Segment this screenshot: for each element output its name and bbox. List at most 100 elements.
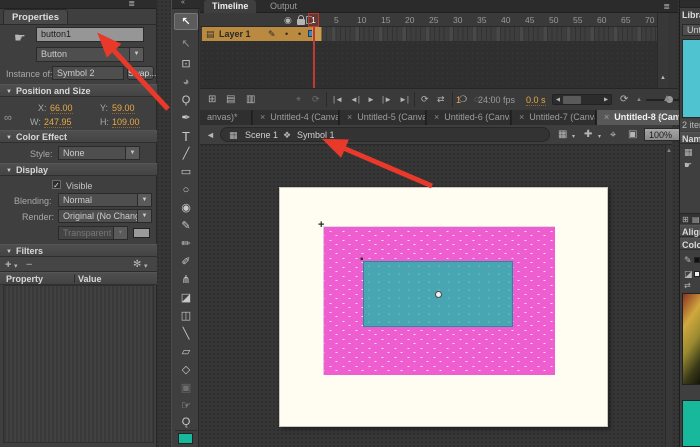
line-tool[interactable]: ╱ [174,146,198,163]
new-folder-icon[interactable]: ▤ [226,94,235,105]
layer-lock-dot[interactable]: • [298,29,301,39]
library-new-folder-icon[interactable]: ▤ [692,215,700,224]
section-filters[interactable]: ▼Filters [0,244,157,257]
clip-content-icon[interactable]: ▣ [628,129,637,140]
go-to-last-frame-icon[interactable]: ►| [399,95,409,104]
close-tab-icon[interactable]: × [260,112,265,122]
playhead-marker[interactable]: 1 [308,13,319,27]
pencil-tool[interactable]: ✎ [174,218,198,235]
timeline-empty-area[interactable] [200,41,657,88]
filter-options-gear-icon[interactable]: ✻ [133,259,141,270]
step-back-icon[interactable]: ◄| [350,95,360,104]
add-filter-button[interactable]: + [5,259,11,271]
current-frame-readout[interactable]: 1 [456,95,461,105]
close-tab-icon[interactable]: × [434,112,439,122]
swap-colors-icon[interactable]: ⇄ [684,281,691,290]
layer-row[interactable]: ▤ Layer 1 ✎ • • [202,27,312,41]
document-tab-untitled-5[interactable]: ×Untitled-5 (Canvas)* [340,110,426,125]
step-forward-icon[interactable]: |► [382,95,392,104]
lock-layers-icon[interactable] [297,19,305,25]
stroke-color-swatch[interactable] [694,257,700,263]
scrollbar-thumb[interactable] [563,96,581,104]
breadcrumb-symbol[interactable]: Symbol 1 [297,130,335,140]
document-tab-untitled-8-active[interactable]: ×Untitled-8 (Canvas)* [597,110,685,125]
bone-tool[interactable]: ⋔ [174,272,198,289]
tab-properties[interactable]: Properties [3,9,68,25]
lasso-tool[interactable]: Ϙ [174,92,198,109]
remove-filter-button[interactable]: − [26,259,32,271]
library-name-column-header[interactable]: Name [680,132,700,144]
edit-symbols-caret-icon[interactable]: ▾ [598,133,601,140]
section-position-and-size[interactable]: ▼Position and Size [0,84,157,97]
library-new-symbol-icon[interactable]: ⊞ [682,215,689,224]
add-filter-caret-icon[interactable]: ▾ [14,262,18,270]
subselection-tool[interactable]: ↖ [174,36,198,53]
timeline-panel-menu-icon[interactable]: ≣ [663,2,670,11]
canvas-scroll-up-icon[interactable]: ▲ [666,148,672,154]
paint-bucket-tool[interactable]: ◪ [174,290,198,307]
stroke-color-pencil-icon[interactable]: ✎ [684,255,692,266]
blending-dropdown[interactable]: Normal ▼ [58,193,152,207]
lock-dimensions-chain-icon[interactable]: ∞ [4,112,12,124]
tab-overflow-icon[interactable]: » [658,112,664,123]
frame-rate-readout[interactable]: 24.00 fps [478,95,515,105]
canvas-pasteboard[interactable]: ▪ + ▲ [200,145,672,447]
new-layer-icon[interactable]: ⊞ [208,94,216,105]
ink-bottle-tool[interactable]: ◫ [174,308,198,325]
library-panel-gripper[interactable] [680,0,700,8]
document-tab-partial[interactable]: anvas)* [200,110,252,125]
stage[interactable]: ▪ + [279,187,608,427]
camera-tool[interactable]: ▣ [174,380,198,397]
loop-icon[interactable]: ⟳ [312,94,320,105]
edit-scene-caret-icon[interactable]: ▾ [572,133,575,140]
h-value[interactable]: 109.00 [112,117,140,128]
section-display[interactable]: ▼Display [0,163,157,176]
color-picker-gradient[interactable] [682,293,700,385]
center-frame-icon[interactable]: ⌖ [296,94,301,105]
x-value[interactable]: 66.00 [50,103,73,114]
tab-color[interactable]: Color [680,238,700,250]
pen-tool[interactable]: ✒ [174,110,198,127]
swap-frames-icon[interactable]: ⇄ [437,94,445,105]
eyedropper-tool[interactable]: ╲ [174,326,198,343]
breadcrumb-scene[interactable]: Scene 1 [245,130,278,140]
instance-type-dropdown[interactable]: Button ▼ [36,47,144,62]
library-document-dropdown[interactable]: Unti [682,24,700,36]
library-item-button-icon[interactable]: ☛ [684,160,692,171]
text-tool[interactable]: T [174,128,198,145]
render-dropdown[interactable]: Original (No Change) ▼ [58,209,152,223]
playhead-line[interactable] [313,27,315,88]
tab-timeline[interactable]: Timeline [204,0,256,13]
loop-playback-icon[interactable]: ⟳ [421,94,429,105]
tab-library[interactable]: Libra [682,10,700,22]
hand-tool[interactable]: ☞ [174,398,198,415]
go-to-first-frame-icon[interactable]: |◄ [333,95,343,104]
close-tab-icon[interactable]: × [604,112,609,122]
document-tab-untitled-4[interactable]: ×Untitled-4 (Canvas)* [253,110,339,125]
edit-symbols-icon[interactable]: ✚ [584,129,592,140]
stage-zoom-dropdown[interactable]: 100% [644,128,684,141]
free-transform-tool[interactable]: ⊡ [174,56,198,73]
selection-tool[interactable]: ↖ [174,13,198,30]
tab-output[interactable]: Output [262,0,305,13]
zoom-tool[interactable]: Ǫ [174,414,198,431]
style-dropdown[interactable]: None ▼ [58,146,140,160]
center-stage-icon[interactable]: ⌖ [610,129,616,142]
show-hide-layers-eye-icon[interactable]: ◉ [284,16,293,25]
layer-frames-row[interactable] [312,27,657,41]
paint-brush-tool[interactable]: ✐ [174,254,198,271]
close-tab-icon[interactable]: × [519,112,524,122]
document-tab-untitled-6[interactable]: ×Untitled-6 (Canvas)* [427,110,511,125]
panel-menu-icon[interactable]: ≣ [128,0,135,8]
reset-timeline-zoom-icon[interactable]: ⟳ [620,94,628,105]
edit-scene-icon[interactable]: ▦ [558,129,567,140]
instance-of-field[interactable]: Symbol 2 [52,66,124,80]
canvas-vertical-scrollbar[interactable]: ▲ [665,145,672,447]
instance-name-input[interactable]: button1 [36,27,144,42]
zoom-out-mountain-icon[interactable]: ▲ [636,97,642,103]
timeline-vertical-scrollbar[interactable]: ▲ [657,13,668,88]
button1-instance[interactable]: ▪ [363,261,513,327]
y-value[interactable]: 59.00 [112,103,135,114]
3d-rotation-tool[interactable]: ◕ [174,74,198,91]
properties-panel-gripper[interactable]: ≣ [0,0,157,9]
